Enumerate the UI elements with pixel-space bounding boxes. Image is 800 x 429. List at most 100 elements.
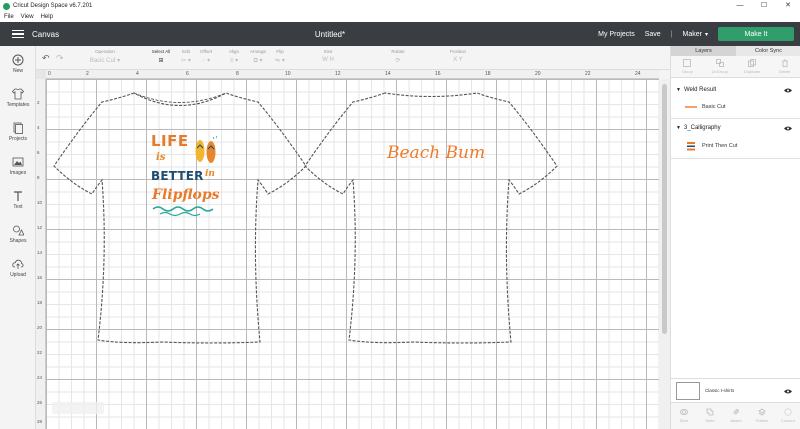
ruler-corner: [36, 70, 46, 79]
canvas-layer-swatch: [676, 381, 700, 400]
toolbar-align[interactable]: Align ≡ ▾: [224, 49, 244, 64]
position-label: Position: [449, 49, 466, 54]
layer-tools-bottom: Slice Weld Attach Flatten Contour: [671, 402, 800, 429]
ruler-tick-label: 10: [285, 71, 291, 77]
duplicate-button[interactable]: Duplicate: [736, 56, 769, 77]
layer-item-label: Print Then Cut: [702, 143, 738, 149]
arrange-icon[interactable]: ⧉ ▾: [246, 57, 270, 65]
layer-group-weld-result[interactable]: ▼ Weld Result: [671, 83, 800, 97]
group-button[interactable]: Group: [671, 56, 704, 77]
layer-group-calligraphy[interactable]: ▼ 3_Calligraphy: [671, 121, 800, 135]
operation-select[interactable]: Basic Cut ▾: [80, 57, 130, 64]
hamburger-menu-icon[interactable]: [12, 29, 24, 39]
flip-icon[interactable]: ⇋ ▾: [272, 57, 288, 64]
menu-view[interactable]: View: [21, 14, 34, 20]
layer-item-print-then-cut[interactable]: Print Then Cut: [671, 139, 800, 153]
eye-icon[interactable]: [784, 88, 792, 93]
zoom-control[interactable]: [52, 402, 104, 414]
offset-icon[interactable]: ◌ ▾: [196, 57, 216, 64]
save-button[interactable]: Save: [645, 31, 661, 38]
attach-button[interactable]: Attach: [723, 403, 749, 429]
canvas-layer-label: Classic t-shirts: [705, 388, 735, 393]
make-it-button[interactable]: Make It: [718, 27, 794, 41]
slice-button[interactable]: Slice: [671, 403, 697, 429]
sidebar-item-shapes[interactable]: Shapes: [0, 224, 36, 244]
toolbar-select-all[interactable]: Select All ⊞: [148, 49, 174, 64]
my-projects-link[interactable]: My Projects: [598, 31, 635, 38]
tool-label: Duplicate: [743, 69, 761, 74]
ruler-tick-label: 12: [37, 225, 43, 230]
ruler-tick-label: 8: [236, 71, 239, 77]
sidebar-item-new[interactable]: New: [0, 54, 36, 74]
delete-button[interactable]: Delete: [769, 56, 800, 77]
image-icon: [12, 157, 24, 167]
tool-label: Weld: [705, 418, 715, 423]
select-all-icon[interactable]: ⊞: [148, 57, 174, 64]
expand-triangle-icon[interactable]: ▼: [676, 125, 681, 131]
maximize-button[interactable]: ☐: [752, 0, 776, 12]
position-inputs[interactable]: X Y: [438, 57, 478, 63]
toolbar-operation[interactable]: Operation Basic Cut ▾: [80, 49, 130, 64]
edit-icon[interactable]: ✂ ▾: [176, 57, 196, 64]
window-title: Cricut Design Space v6.7.201: [13, 3, 93, 9]
eye-icon[interactable]: [784, 389, 792, 394]
sidebar-item-label: New: [12, 68, 23, 74]
contour-button[interactable]: Contour: [775, 403, 800, 429]
ruler-tick-label: 10: [37, 200, 43, 205]
toolbar-position[interactable]: Position X Y: [438, 49, 478, 63]
close-button[interactable]: ✕: [776, 0, 800, 12]
size-label: Size: [323, 49, 333, 54]
flatten-button[interactable]: Flatten: [749, 403, 775, 429]
tool-label: Attach: [730, 418, 742, 423]
shapes-icon: [13, 225, 24, 236]
weld-button[interactable]: Weld: [697, 403, 723, 429]
align-icon[interactable]: ≡ ▾: [224, 57, 244, 64]
tab-layers[interactable]: Layers: [671, 46, 736, 56]
tool-label: Slice: [679, 418, 689, 423]
operation-label: Operation: [95, 49, 115, 54]
ruler-tick-label: 24: [37, 375, 43, 380]
sidebar-item-upload[interactable]: Upload: [0, 258, 36, 278]
ruler-tick-label: 22: [585, 71, 591, 77]
align-label: Align: [228, 49, 239, 54]
top-ruler: 0 2 4 6 8 10 12 14 16 18 20 22 24: [46, 70, 659, 79]
minimize-button[interactable]: —: [728, 0, 752, 12]
ungroup-button[interactable]: UnGroup: [704, 56, 737, 77]
toolbar-flip[interactable]: Flip ⇋ ▾: [272, 49, 288, 64]
scrollbar-thumb[interactable]: [662, 84, 667, 334]
ruler-tick-label: 26: [37, 400, 43, 405]
rotate-icon[interactable]: ⟳: [388, 57, 408, 64]
toolbar-size[interactable]: Size W H: [298, 49, 358, 63]
header-separator: |: [670, 30, 673, 38]
tool-label: Group: [681, 69, 693, 74]
machine-selector[interactable]: Maker ▾: [683, 31, 708, 38]
layer-item-basic-cut[interactable]: Basic Cut: [671, 100, 800, 114]
eye-icon[interactable]: [784, 126, 792, 131]
toolbar-offset[interactable]: Offset ◌ ▾: [196, 49, 216, 64]
expand-triangle-icon[interactable]: ▼: [676, 87, 681, 93]
beach-bum-text[interactable]: Beach Bum: [387, 143, 485, 163]
ruler-tick-label: 16: [435, 71, 441, 77]
menu-help[interactable]: Help: [41, 14, 53, 20]
life-is-better-design[interactable]: LIFE is BETTER in Flipflops: [148, 132, 224, 224]
toolbar-arrange[interactable]: Arrange ⧉ ▾: [246, 49, 270, 65]
sidebar-item-templates[interactable]: Templates: [0, 88, 36, 108]
rotate-label: Rotate: [391, 49, 405, 54]
size-inputs[interactable]: W H: [298, 57, 358, 63]
design-text-in: in: [205, 169, 215, 179]
ruler-tick-label: 18: [37, 300, 43, 305]
ruler-tick-label: 8: [37, 175, 40, 180]
sidebar-item-projects[interactable]: Projects: [0, 122, 36, 142]
machine-label: Maker: [682, 30, 702, 38]
menu-file[interactable]: File: [4, 14, 14, 20]
plus-circle-icon: [12, 54, 24, 66]
canvas-layer-row[interactable]: Classic t-shirts: [671, 378, 800, 402]
undo-icon[interactable]: ↶: [42, 53, 50, 64]
sidebar-item-images[interactable]: Images: [0, 156, 36, 176]
toolbar-edit[interactable]: Edit ✂ ▾: [176, 49, 196, 64]
tshirt-back-template[interactable]: [303, 88, 559, 346]
toolbar-rotate[interactable]: Rotate ⟳: [388, 49, 408, 64]
redo-icon[interactable]: ↷: [56, 53, 64, 64]
tab-color-sync[interactable]: Color Sync: [736, 46, 800, 56]
sidebar-item-text[interactable]: Text: [0, 190, 36, 210]
